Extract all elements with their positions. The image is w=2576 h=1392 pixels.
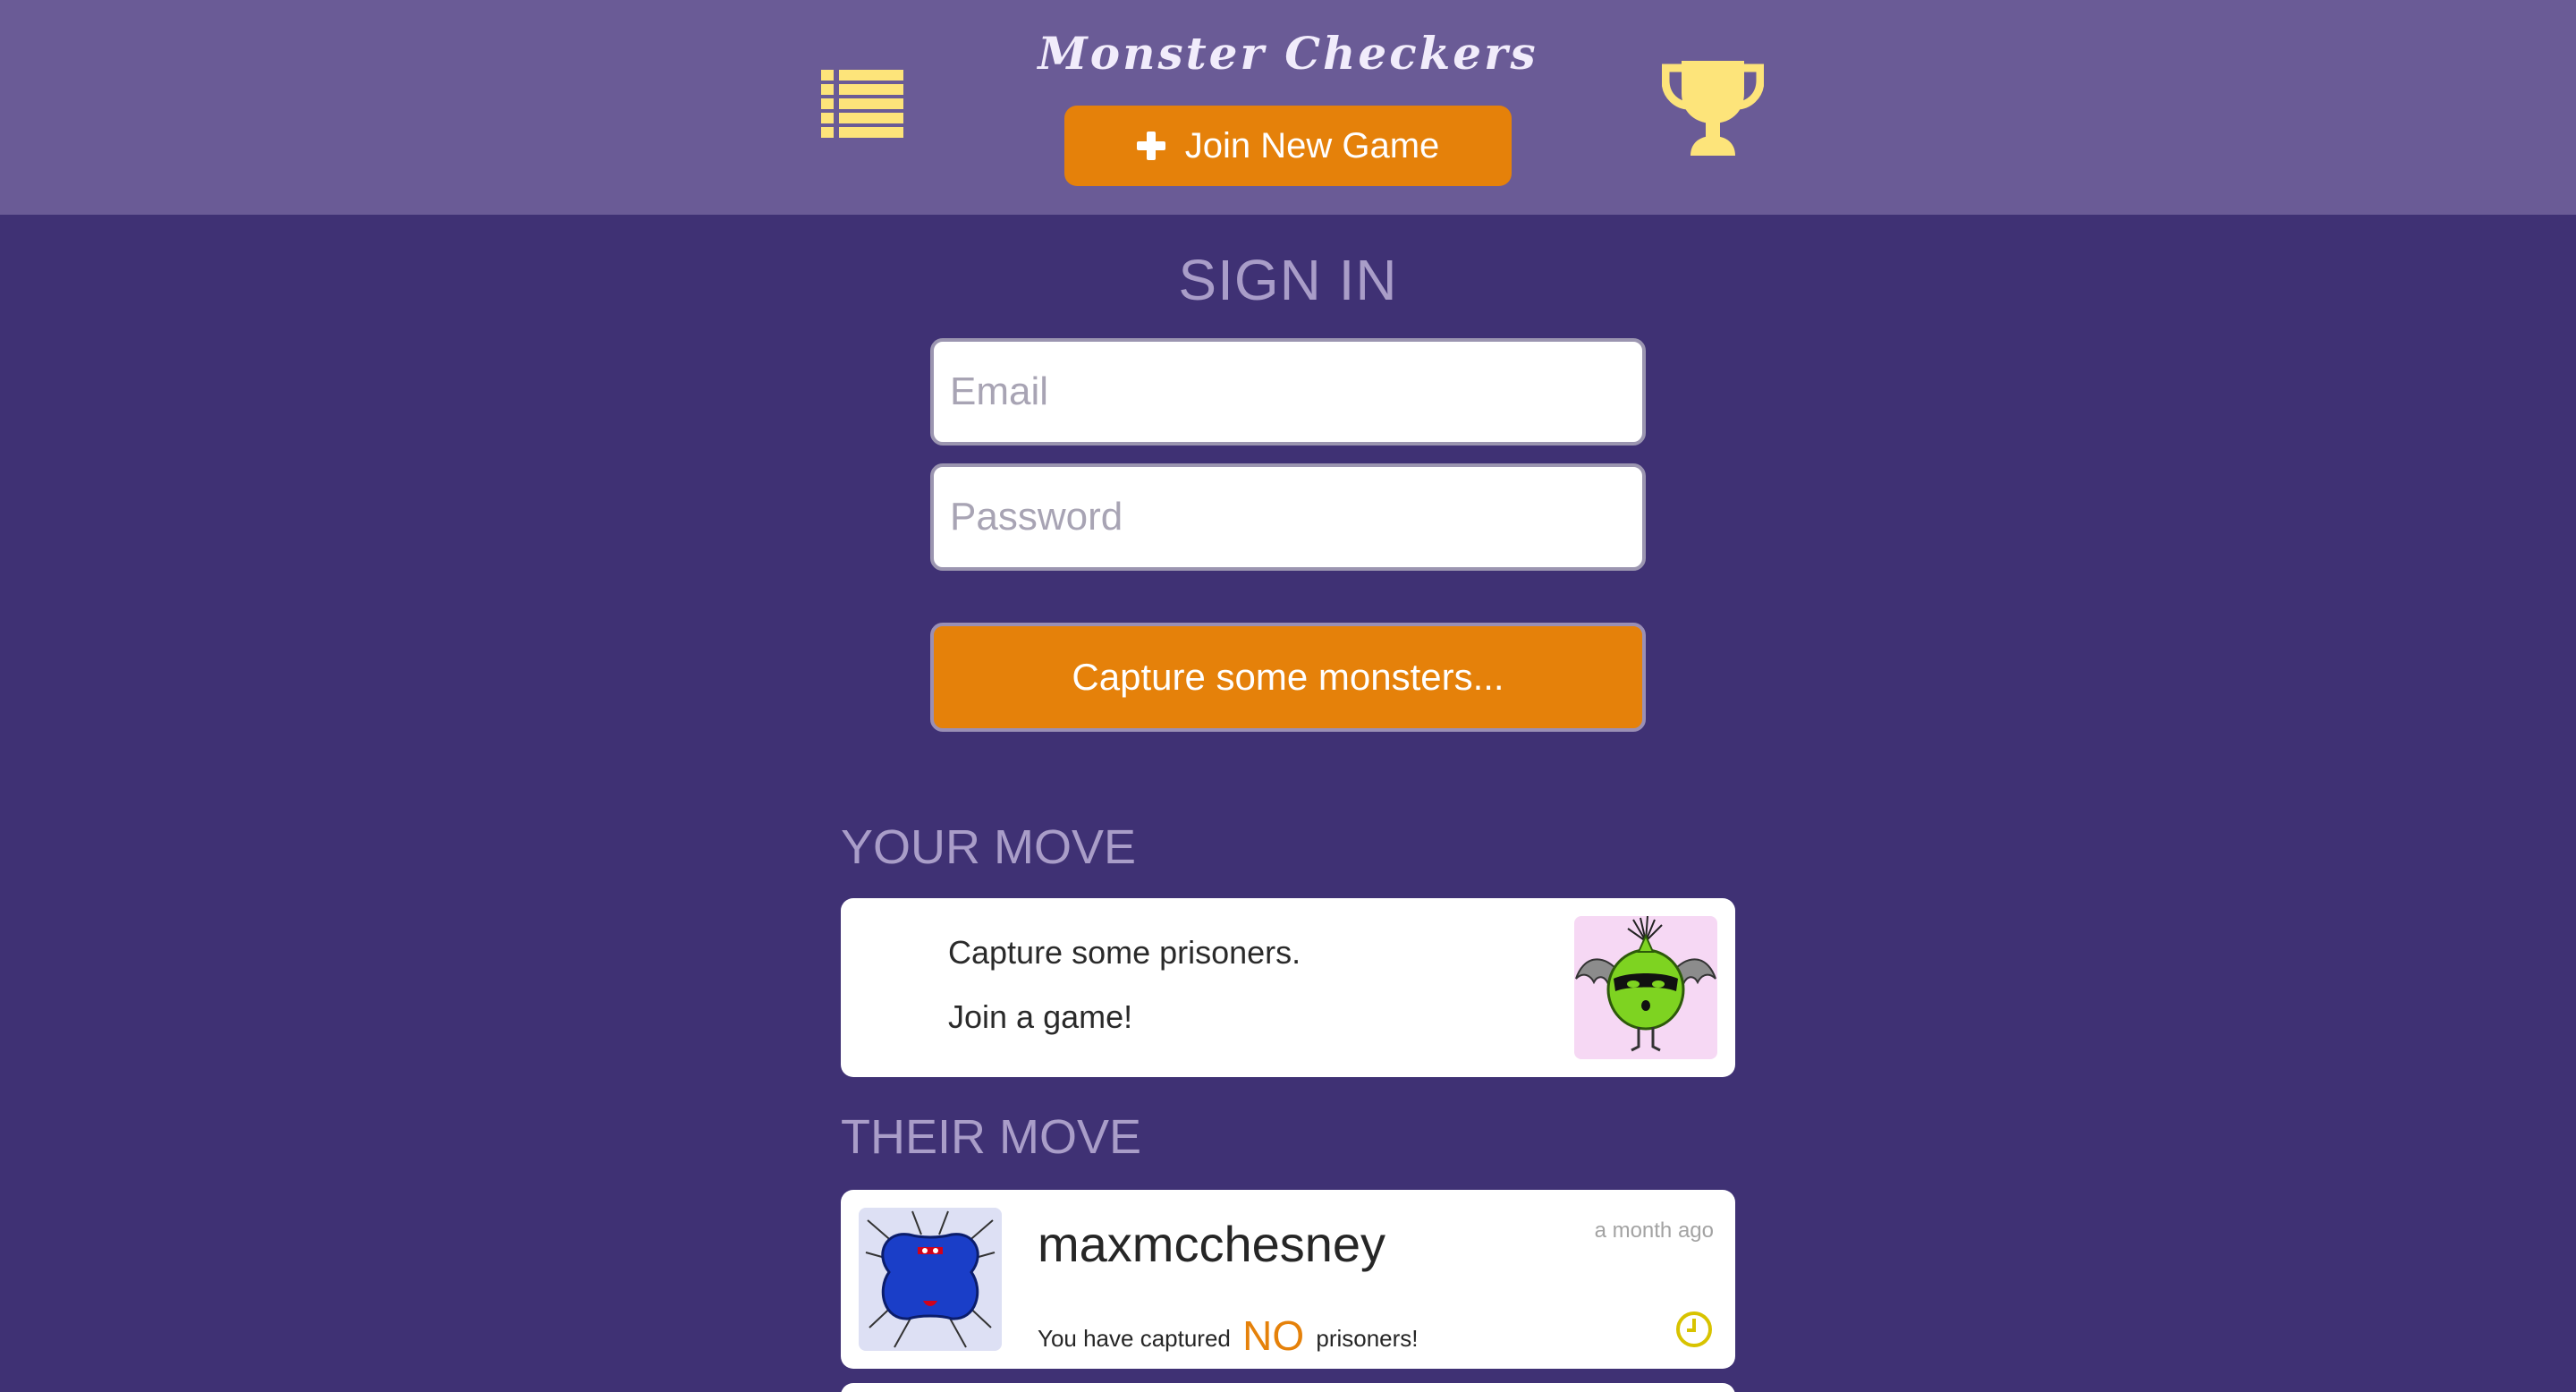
clock-icon — [1676, 1311, 1712, 1347]
join-new-game-label: Join New Game — [1184, 125, 1440, 166]
sign-in-submit-label: Capture some monsters... — [1072, 656, 1504, 698]
sign-in-heading: SIGN IN — [1178, 248, 1398, 312]
opponent-name: maxmcchesney — [1038, 1216, 1386, 1272]
status-suffix: prisoners! — [1316, 1325, 1419, 1352]
spider-monster-icon — [865, 1210, 996, 1348]
bat-monster-icon — [1575, 915, 1716, 1052]
prisoner-status: You have captured NO prisoners! — [1038, 1311, 1419, 1360]
top-bar: Monster Checkers Join New Game — [0, 0, 2576, 215]
game-card-partial[interactable] — [841, 1383, 1735, 1392]
sign-in-submit-button[interactable]: Capture some monsters... — [930, 623, 1646, 732]
game-card[interactable]: maxmcchesney a month ago You have captur… — [841, 1190, 1735, 1369]
captured-count: NO — [1242, 1312, 1305, 1359]
status-prefix: You have captured — [1038, 1325, 1231, 1352]
password-field[interactable] — [930, 463, 1646, 571]
leaderboard-button[interactable] — [1661, 57, 1765, 156]
last-move-time: a month ago — [1594, 1218, 1714, 1243]
app-title: Monster Checkers — [1038, 27, 1538, 80]
their-move-heading: THEIR MOVE — [841, 1110, 1142, 1164]
spider-monster-avatar — [859, 1208, 1002, 1351]
list-icon — [821, 70, 903, 138]
trophy-icon — [1661, 61, 1765, 156]
bat-monster-avatar — [1574, 915, 1717, 1059]
your-move-heading: YOUR MOVE — [841, 820, 1137, 874]
your-move-card: Capture some prisoners. Join a game! — [841, 898, 1735, 1077]
email-field[interactable] — [930, 338, 1646, 446]
join-new-game-button[interactable]: Join New Game — [1064, 106, 1512, 186]
app-root: Monster Checkers Join New Game SIGN IN C… — [0, 0, 2576, 1392]
your-move-line-1: Capture some prisoners. — [948, 934, 1301, 971]
menu-button[interactable] — [821, 70, 903, 138]
plus-icon — [1136, 132, 1165, 160]
your-move-line-2: Join a game! — [948, 998, 1133, 1035]
